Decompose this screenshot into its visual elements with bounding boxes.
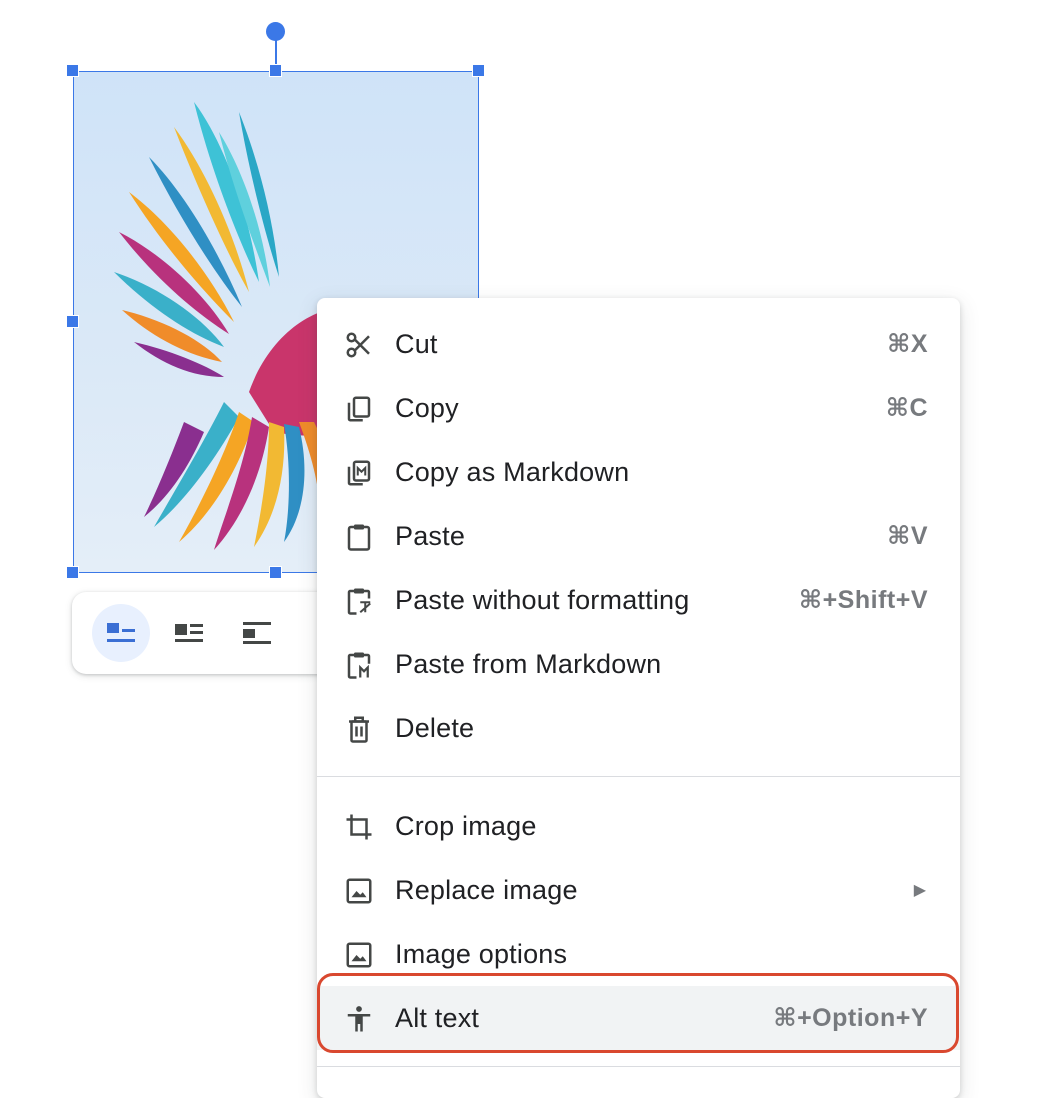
resize-handle-top-left[interactable] [66,64,79,77]
image-icon [343,939,375,971]
menu-label: Delete [395,712,475,743]
menu-shortcut: ⌘C [885,394,928,422]
menu-label: Image options [395,938,568,969]
menu-item-cut[interactable]: Cut ⌘X [317,312,960,376]
menu-shortcut: ⌘X [887,330,928,358]
trash-icon [343,713,375,745]
menu-item-paste-from-markdown[interactable]: Paste from Markdown [317,632,960,696]
wrap-inline-button[interactable] [92,604,150,662]
clipboard-icon [343,521,375,553]
menu-label: Cut [395,328,438,359]
resize-handle-bottom[interactable] [269,566,282,579]
resize-handle-bottom-left[interactable] [66,566,79,579]
menu-label: Copy [395,392,459,423]
paste-markdown-icon [343,649,375,681]
scissors-icon [343,329,375,361]
resize-handle-top-right[interactable] [472,64,485,77]
rotate-handle[interactable] [266,22,285,41]
menu-item-copy-as-markdown[interactable]: Copy as Markdown [317,440,960,504]
submenu-arrow-icon: ▶ [913,882,926,899]
menu-label: Replace image [395,874,578,905]
break-text-button[interactable] [228,604,286,662]
menu-item-paste-without-formatting[interactable]: Paste without formatting ⌘+Shift+V [317,568,960,632]
menu-divider [317,776,960,777]
menu-label: Crop image [395,810,537,841]
crop-icon [343,811,375,843]
menu-label: Paste [395,520,466,551]
menu-item-replace-image[interactable]: Replace image ▶ [317,858,960,922]
copy-icon [343,393,375,425]
copy-markdown-icon [343,457,375,489]
wrap-text-icon [175,624,203,642]
menu-label: Paste without formatting [395,584,690,615]
menu-shortcut: ⌘V [887,522,928,550]
wrap-text-button[interactable] [160,604,218,662]
annotation-highlight-box [317,973,959,1053]
resize-handle-top[interactable] [269,64,282,77]
menu-label: Copy as Markdown [395,456,630,487]
menu-item-delete[interactable]: Delete [317,696,960,760]
break-text-icon [243,622,271,644]
menu-label: Paste from Markdown [395,648,662,679]
image-icon [343,875,375,907]
menu-shortcut: ⌘+Shift+V [798,586,928,614]
menu-divider [317,1066,960,1067]
resize-handle-left[interactable] [66,315,79,328]
menu-item-paste[interactable]: Paste ⌘V [317,504,960,568]
paste-no-format-icon [343,585,375,617]
menu-item-copy[interactable]: Copy ⌘C [317,376,960,440]
wrap-inline-icon [107,623,135,642]
menu-item-crop-image[interactable]: Crop image [317,794,960,858]
